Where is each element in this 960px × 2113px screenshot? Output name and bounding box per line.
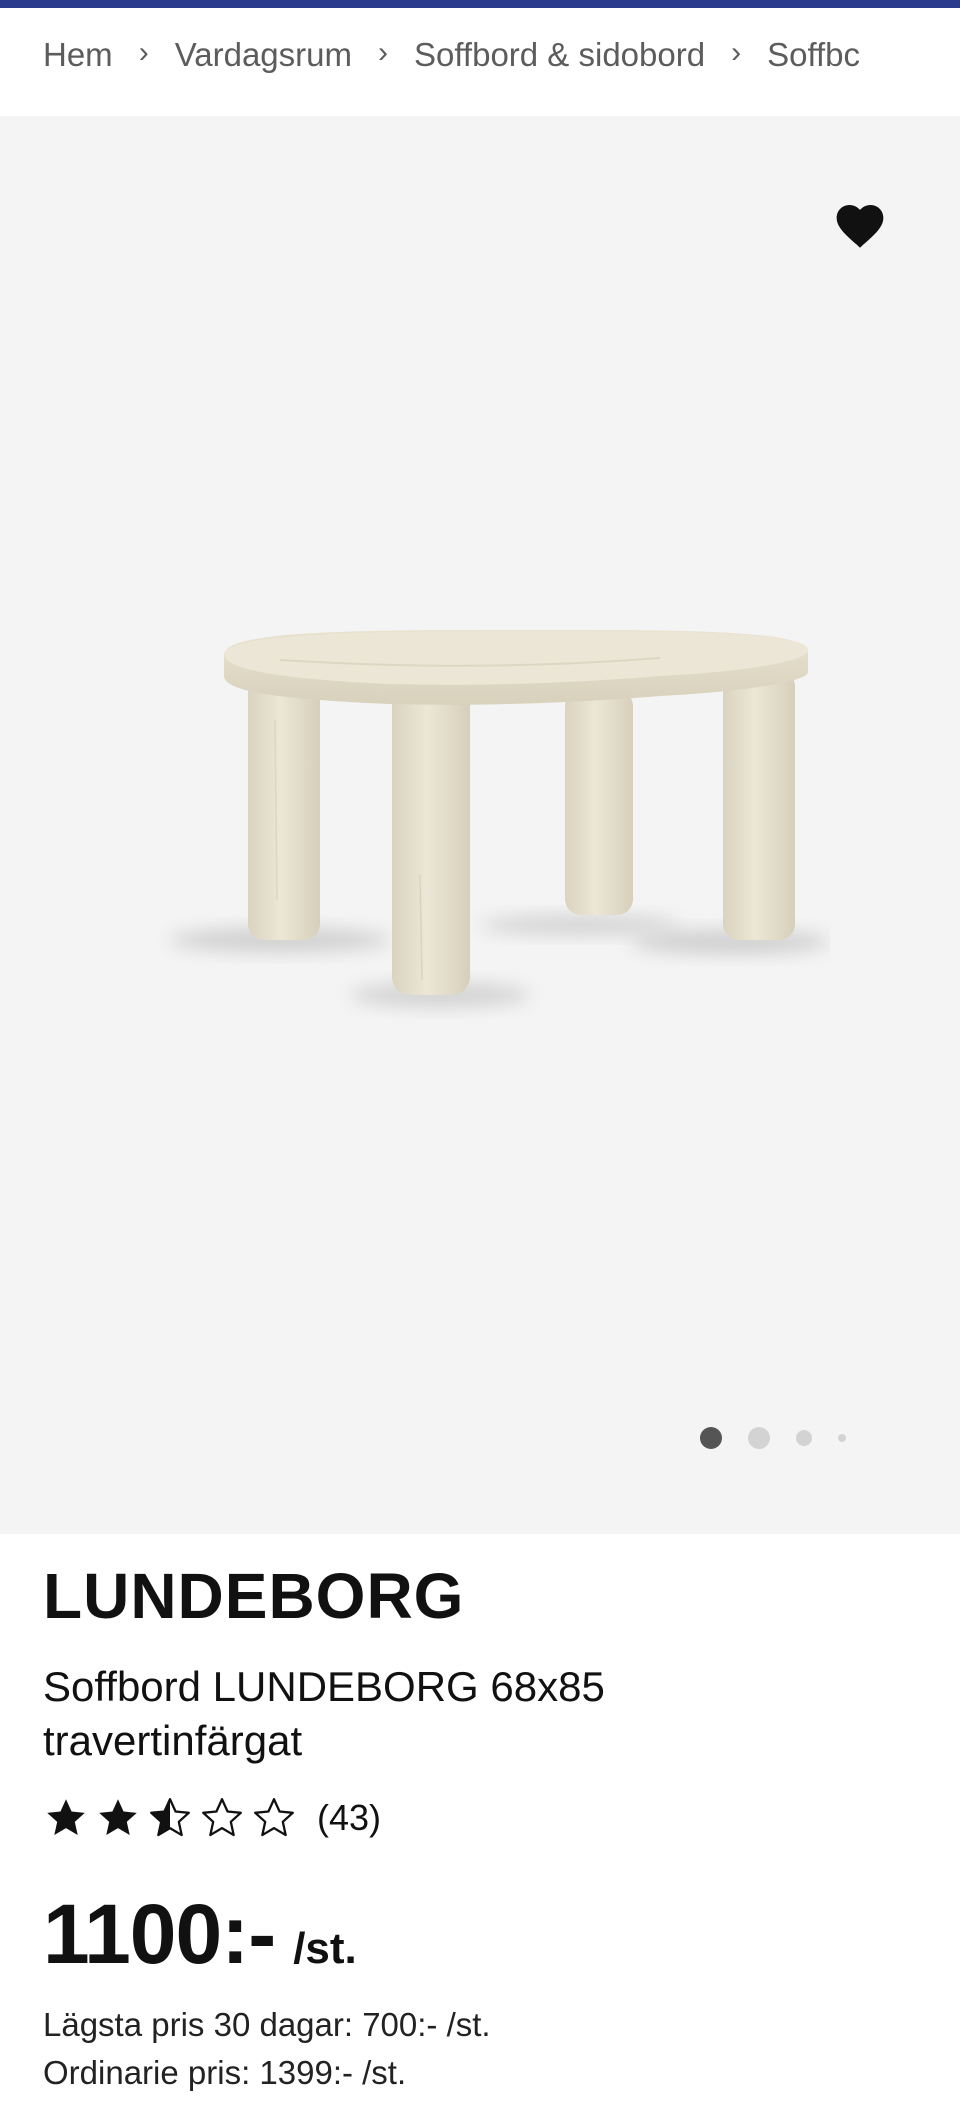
lowest-price-30-days: Lägsta pris 30 dagar: 700:- /st. [43, 2006, 491, 2043]
favorite-button[interactable] [832, 198, 888, 254]
star-half-icon [150, 1798, 190, 1837]
rating-summary[interactable]: (43) [43, 1790, 923, 1846]
pagination-dot[interactable] [748, 1427, 770, 1449]
heart-icon [836, 205, 884, 248]
chevron-right-icon: › [138, 36, 149, 69]
breadcrumb-fade [920, 18, 960, 88]
breadcrumb-living-room[interactable]: Vardagsrum [175, 36, 352, 74]
breadcrumb-coffee-side-tables[interactable]: Soffbord & sidobord [414, 36, 705, 74]
star-empty-icon [202, 1798, 242, 1837]
product-info: LUNDEBORG Soffbord LUNDEBORG 68x85 trave… [43, 1560, 923, 2097]
regular-price: Ordinarie pris: 1399:- /st. [43, 2054, 407, 2091]
rating-stars [43, 1795, 303, 1841]
pagination-dot[interactable] [796, 1430, 812, 1446]
chevron-right-icon: › [731, 36, 742, 69]
review-count[interactable]: (43) [317, 1797, 381, 1839]
product-image [170, 629, 830, 1007]
product-brand: LUNDEBORG [43, 1560, 465, 1632]
star-filled-icon [99, 1799, 137, 1836]
price-row: 1100:- /st. [43, 1886, 923, 1983]
breadcrumb: Hem › Vardagsrum › Soffbord & sidobord ›… [43, 30, 960, 80]
breadcrumb-coffee-tables[interactable]: Soffbc [767, 36, 860, 74]
star-empty-icon [254, 1798, 294, 1837]
price-unit: /st. [293, 1924, 357, 1973]
gallery-pagination [700, 1425, 872, 1451]
top-accent-bar [0, 0, 960, 8]
price: 1100:- [43, 1887, 276, 1981]
pagination-dot-active[interactable] [700, 1427, 722, 1449]
pagination-dot[interactable] [838, 1434, 846, 1442]
chevron-right-icon: › [377, 36, 388, 69]
product-name: Soffbord LUNDEBORG 68x85 travertinfärgat [43, 1663, 605, 1764]
breadcrumb-home[interactable]: Hem [43, 36, 113, 74]
star-filled-icon [47, 1799, 85, 1836]
